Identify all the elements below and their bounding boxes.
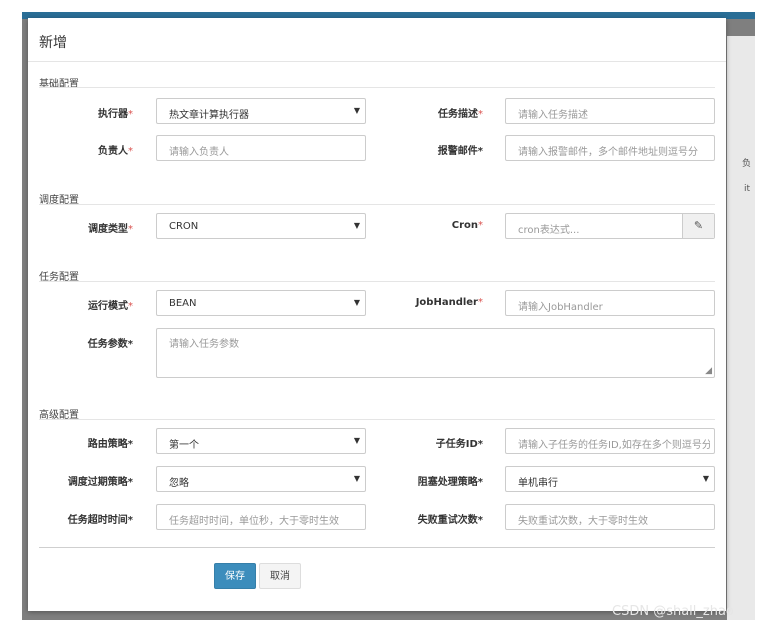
job-param-label: 任务参数* [87,339,133,350]
fail-retry-placeholder: 失败重试次数，大于零时生效 [518,516,648,527]
cron-input[interactable]: cron表达式... ✎ [505,213,715,239]
job-desc-label: 任务描述* [438,109,483,120]
chevron-down-icon: ▼ [353,436,360,445]
glue-type-select[interactable]: BEAN ▼ [156,290,366,316]
job-handler-placeholder: 请输入JobHandler [518,302,603,313]
background-text: 负 [742,159,752,169]
background-text: it [744,184,751,194]
job-param-textarea[interactable]: 请输入任务参数 ◢ [156,328,715,378]
author-label: 负责人* [98,146,133,157]
route-strategy-label: 路由策略* [87,439,133,450]
misfire-strategy-value: 忽略 [169,478,189,489]
chevron-down-icon: ▼ [702,474,709,483]
fail-retry-input[interactable]: 失败重试次数，大于零时生效 [505,504,715,530]
modal-title: 新增 [39,35,67,51]
chevron-down-icon: ▼ [353,106,360,115]
job-handler-input[interactable]: 请输入JobHandler [505,290,715,316]
footer-divider [39,547,715,548]
section-divider [39,281,715,282]
child-job-id-placeholder: 请输入子任务的任务ID,如存在多个则逗号分隔 [518,440,710,451]
alarm-email-placeholder: 请输入报警邮件，多个邮件地址则逗号分 [518,147,698,158]
chevron-down-icon: ▼ [353,474,360,483]
misfire-strategy-label: 调度过期策略* [67,477,133,488]
executor-value: 热文章计算执行器 [169,110,249,121]
timeout-label: 任务超时时间* [67,515,133,526]
job-desc-placeholder: 请输入任务描述 [518,110,588,121]
executor-select[interactable]: 热文章计算执行器 ▼ [156,98,366,124]
glue-type-value: BEAN [169,298,197,309]
job-param-placeholder: 请输入任务参数 [169,339,239,350]
block-strategy-value: 单机串行 [518,478,558,489]
child-job-id-input[interactable]: 请输入子任务的任务ID,如存在多个则逗号分隔 [505,428,715,454]
timeout-input[interactable]: 任务超时时间，单位秒，大于零时生效 [156,504,366,530]
cancel-button[interactable]: 取消 [259,563,301,589]
cron-placeholder: cron表达式... [518,225,580,236]
page-side-panel [727,36,755,620]
fail-retry-label: 失败重试次数* [417,515,483,526]
block-strategy-label: 阻塞处理策略* [417,477,483,488]
schedule-type-label: 调度类型* [88,224,133,235]
add-job-modal: 新增 基础配置 执行器* 热文章计算执行器 ▼ 任务描述* 请输入任务描述 负责… [28,18,726,611]
schedule-type-select[interactable]: CRON ▼ [156,213,366,239]
alarm-email-input[interactable]: 请输入报警邮件，多个邮件地址则逗号分 [505,135,715,161]
route-strategy-value: 第一个 [169,440,199,451]
author-placeholder: 请输入负责人 [169,147,229,158]
author-input[interactable]: 请输入负责人 [156,135,366,161]
modal-header: 新增 [28,18,726,62]
schedule-type-value: CRON [169,221,199,232]
timeout-placeholder: 任务超时时间，单位秒，大于零时生效 [169,516,339,527]
save-button[interactable]: 保存 [214,563,256,589]
route-strategy-select[interactable]: 第一个 ▼ [156,428,366,454]
job-desc-input[interactable]: 请输入任务描述 [505,98,715,124]
resize-handle-icon[interactable]: ◢ [705,366,712,376]
chevron-down-icon: ▼ [353,221,360,230]
watermark: CSDN @shall_zhao [612,604,734,619]
glue-type-label: 运行模式* [88,301,133,312]
child-job-id-label: 子任务ID* [435,439,483,450]
edit-icon[interactable]: ✎ [682,214,714,238]
section-divider [39,204,715,205]
section-divider [39,419,715,420]
misfire-strategy-select[interactable]: 忽略 ▼ [156,466,366,492]
section-divider [39,87,715,88]
alarm-email-label: 报警邮件* [437,146,483,157]
executor-label: 执行器* [98,109,133,120]
block-strategy-select[interactable]: 单机串行 ▼ [505,466,715,492]
chevron-down-icon: ▼ [353,298,360,307]
job-handler-label: JobHandler* [415,297,483,308]
cron-label: Cron* [451,220,483,231]
